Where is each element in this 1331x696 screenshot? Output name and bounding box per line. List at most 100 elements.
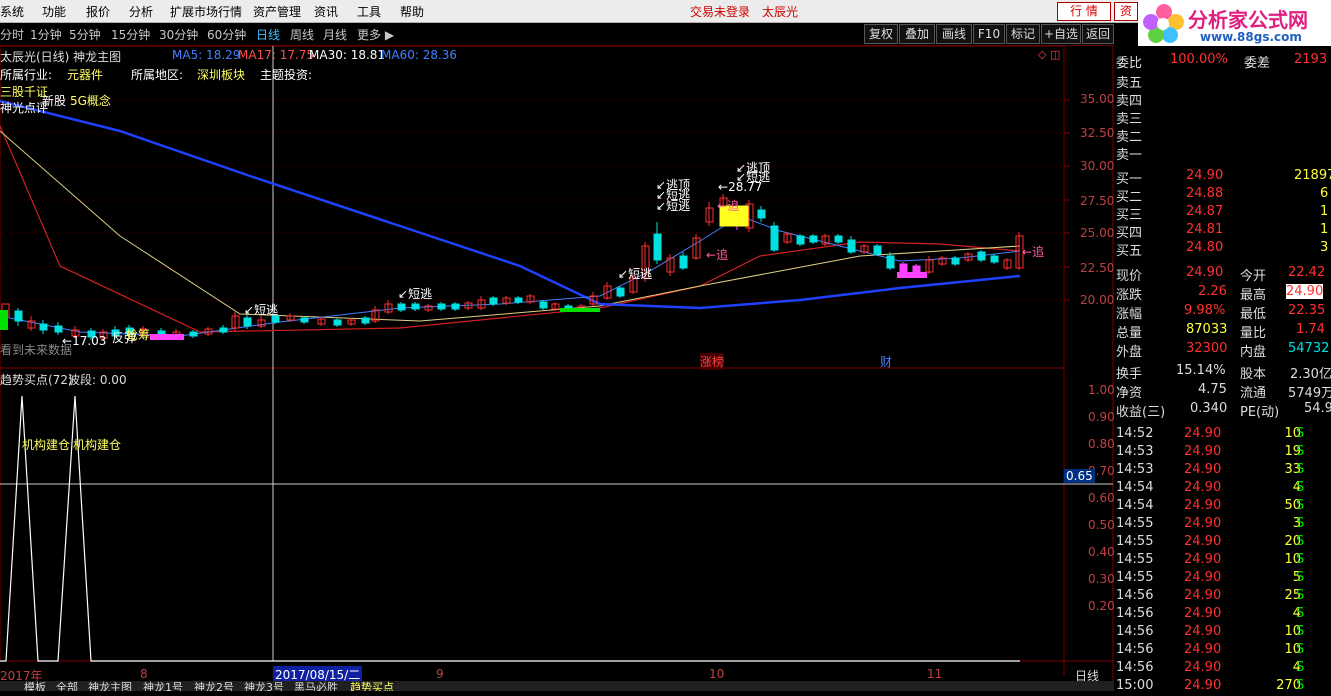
period-tab[interactable]: 30分钟 — [159, 26, 198, 43]
bottom-tab[interactable]: 黑马必胜 — [294, 681, 338, 691]
ma5-line — [0, 215, 1021, 337]
trend-buy-line — [0, 395, 1020, 662]
stat-row: 总量 87033 量比 1.74 — [1116, 322, 1325, 341]
period-tab[interactable]: 15分钟 — [111, 26, 150, 43]
tick-t: 14:53 — [1116, 444, 1154, 459]
sub-tick: 0.40 — [1088, 545, 1115, 559]
sub-chart-title: 趋势买点(72) — [0, 373, 73, 387]
add-favorite-button[interactable]: +自选 — [1041, 24, 1081, 44]
bottom-tab[interactable]: 神龙3号 — [244, 681, 284, 691]
signal-label: ↙短逃 — [244, 303, 279, 317]
overlay-button[interactable]: 叠加 — [899, 24, 935, 44]
f10-button[interactable]: F10 — [973, 24, 1005, 44]
period-tab[interactable]: 分时 — [0, 26, 24, 43]
period-tab[interactable]: 周线 — [290, 26, 314, 43]
candle-body — [990, 255, 999, 263]
ask-label: 卖四 — [1116, 94, 1143, 109]
menu-help[interactable]: 帮助 — [400, 3, 424, 20]
tick-row: 14:55 24.90 20 S — [1114, 534, 1331, 552]
menu-tools[interactable]: 工具 — [357, 3, 381, 20]
asset-button[interactable]: 资 — [1114, 2, 1138, 21]
tick-s: S — [1296, 426, 1305, 441]
menu-system[interactable]: 系统 — [0, 3, 24, 20]
period-tab[interactable]: 月线 — [323, 26, 347, 43]
magenta-bar — [897, 272, 927, 278]
ask-label: 卖三 — [1116, 112, 1143, 127]
weibi-label: 委比 — [1116, 56, 1143, 71]
tick-t: 14:55 — [1116, 516, 1154, 531]
tick-row: 14:55 24.90 10 S — [1114, 552, 1331, 570]
kline-chart[interactable] — [0, 46, 1114, 691]
tick-row: 14:54 24.90 50 S — [1114, 498, 1331, 516]
menu-quote[interactable]: 报价 — [86, 3, 110, 20]
mark-button[interactable]: 标记 — [1006, 24, 1040, 44]
weicha-value: 2193 — [1294, 52, 1328, 67]
candle-body — [653, 233, 662, 261]
candle-body — [361, 317, 370, 324]
bid-row: 买一24.9021897 — [1116, 168, 1331, 187]
restore-rights-button[interactable]: 复权 — [864, 24, 898, 44]
menu-analysis[interactable]: 分析 — [129, 3, 153, 20]
tick-row: 14:56 24.90 4 S — [1114, 660, 1331, 678]
price-tick: 27.50 — [1080, 194, 1115, 208]
price-tick: 25.00 — [1080, 226, 1115, 240]
bottom-tab[interactable]: 神龙主图 — [88, 681, 132, 691]
price-tick: 32.50 — [1080, 126, 1115, 140]
menu-extended-market[interactable]: 扩展市场行情 — [170, 3, 242, 20]
period-tab[interactable]: 1分钟 — [30, 26, 62, 43]
main-chart-title: 太辰光(日线) 神龙主图 — [0, 50, 122, 64]
candle-body — [189, 331, 198, 337]
tick-row: 14:54 24.90 4 S — [1114, 480, 1331, 498]
tick-s: S — [1296, 552, 1305, 567]
grab-label: 抢筹 — [126, 328, 151, 342]
logo-url: www.88gs.com — [1200, 30, 1302, 44]
event-finance[interactable]: 财 — [880, 353, 892, 370]
chart-option-icon[interactable]: ◇ ◫ — [1038, 48, 1060, 61]
tick-p: 24.90 — [1184, 660, 1222, 675]
menu-news[interactable]: 资讯 — [314, 3, 338, 20]
tick-row: 15:00 24.90 270 S — [1114, 678, 1331, 696]
green-bar — [560, 308, 600, 312]
period-tab-active[interactable]: 日线 — [256, 26, 280, 43]
period-tab-more[interactable]: 更多 ▶ — [357, 26, 394, 43]
tick-s: S — [1296, 624, 1305, 639]
candle-body — [54, 325, 63, 333]
tick-p: 24.90 — [1184, 534, 1222, 549]
bottom-tab[interactable]: 全部 — [56, 681, 78, 691]
chase-label: ←追 — [706, 248, 729, 262]
event-limit-up[interactable]: 涨榜 — [700, 353, 725, 370]
candle-body — [14, 310, 23, 322]
period-tab[interactable]: 5分钟 — [69, 26, 101, 43]
menu-function[interactable]: 功能 — [42, 3, 66, 20]
tag-label: 三股千证 — [0, 85, 49, 99]
draw-line-button[interactable]: 画线 — [936, 24, 972, 44]
period-tab[interactable]: 60分钟 — [207, 26, 246, 43]
tick-t: 14:56 — [1116, 660, 1154, 675]
tick-t: 14:55 — [1116, 570, 1154, 585]
menu-asset[interactable]: 资产管理 — [253, 3, 301, 20]
tick-s: S — [1296, 534, 1305, 549]
bottom-tab[interactable]: 神龙2号 — [194, 681, 234, 691]
tick-p: 24.90 — [1184, 426, 1222, 441]
watermark-logo: 分析家公式网 www.88gs.com — [1138, 0, 1331, 46]
quote-panel: 委比 100.00% 委差 2193 卖五 卖四 卖三 卖二 卖一 买一 24.9… — [1114, 46, 1331, 693]
candle-body — [39, 323, 48, 331]
quote-button[interactable]: 行 情 — [1057, 2, 1111, 21]
back-button[interactable]: 返回 — [1082, 24, 1114, 44]
candle-body — [847, 239, 856, 253]
tick-row: 14:56 24.90 10 S — [1114, 642, 1331, 660]
ask-label: 卖一 — [1116, 148, 1143, 163]
bottom-tab-active[interactable]: 趋势买点 — [350, 681, 394, 691]
login-status[interactable]: 交易未登录 — [690, 3, 750, 20]
tick-s: S — [1296, 444, 1305, 459]
tick-p: 24.90 — [1184, 516, 1222, 531]
candle-body — [616, 287, 625, 297]
signal-label: ↙短逃 — [398, 287, 433, 301]
bottom-tab[interactable]: 神龙1号 — [143, 681, 183, 691]
stat-row: 涨跌 2.26 最高 24.90 — [1116, 284, 1324, 303]
tick-row: 14:55 24.90 5 S — [1114, 570, 1331, 588]
bottom-tab[interactable]: 模板 — [24, 681, 46, 691]
candle-body — [397, 303, 406, 311]
x-label: 8 — [140, 667, 148, 681]
ma60-line — [0, 99, 1021, 310]
